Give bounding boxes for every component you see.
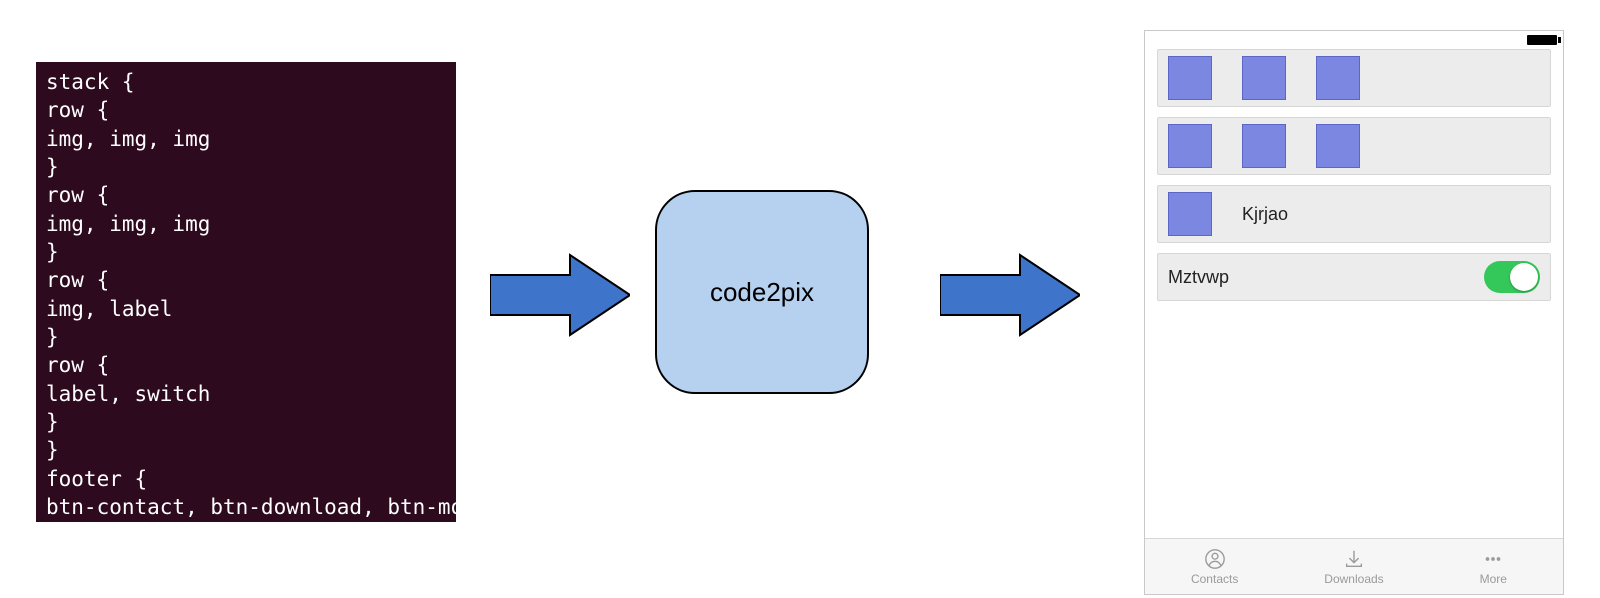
phone-footer: Contacts Downloads <box>1145 538 1563 594</box>
image-placeholder <box>1242 124 1286 168</box>
phone-row <box>1157 117 1551 175</box>
row-label: Kjrjao <box>1242 204 1288 225</box>
output-phone-mockup: Kjrjao Mztvwp Contact <box>1144 30 1564 595</box>
image-placeholder <box>1316 124 1360 168</box>
phone-row: Kjrjao <box>1157 185 1551 243</box>
row-label: Mztvwp <box>1168 267 1229 288</box>
more-icon <box>1482 548 1504 570</box>
model-label: code2pix <box>710 277 814 308</box>
switch-toggle[interactable] <box>1484 261 1540 293</box>
image-placeholder <box>1168 56 1212 100</box>
phone-row <box>1157 49 1551 107</box>
footer-btn-downloads[interactable]: Downloads <box>1309 548 1399 586</box>
model-box: code2pix <box>655 190 869 394</box>
image-placeholder <box>1316 56 1360 100</box>
image-placeholder <box>1168 192 1212 236</box>
footer-btn-more[interactable]: More <box>1448 548 1538 586</box>
input-code-panel: stack { row { img, img, img } row { img,… <box>36 62 456 522</box>
contacts-icon <box>1204 548 1226 570</box>
phone-spacer <box>1145 311 1563 538</box>
footer-label: Contacts <box>1191 572 1238 586</box>
image-placeholder <box>1168 124 1212 168</box>
switch-knob <box>1510 263 1538 291</box>
phone-stack: Kjrjao Mztvwp <box>1145 49 1563 311</box>
battery-icon <box>1527 35 1557 45</box>
diagram-stage: stack { row { img, img, img } row { img,… <box>0 0 1600 598</box>
footer-btn-contacts[interactable]: Contacts <box>1170 548 1260 586</box>
arrow-right-2 <box>940 250 1080 340</box>
footer-label: Downloads <box>1324 572 1383 586</box>
phone-row: Mztvwp <box>1157 253 1551 301</box>
download-icon <box>1343 548 1365 570</box>
arrow-right-1 <box>490 250 630 340</box>
footer-label: More <box>1480 572 1507 586</box>
status-bar <box>1145 31 1563 49</box>
image-placeholder <box>1242 56 1286 100</box>
